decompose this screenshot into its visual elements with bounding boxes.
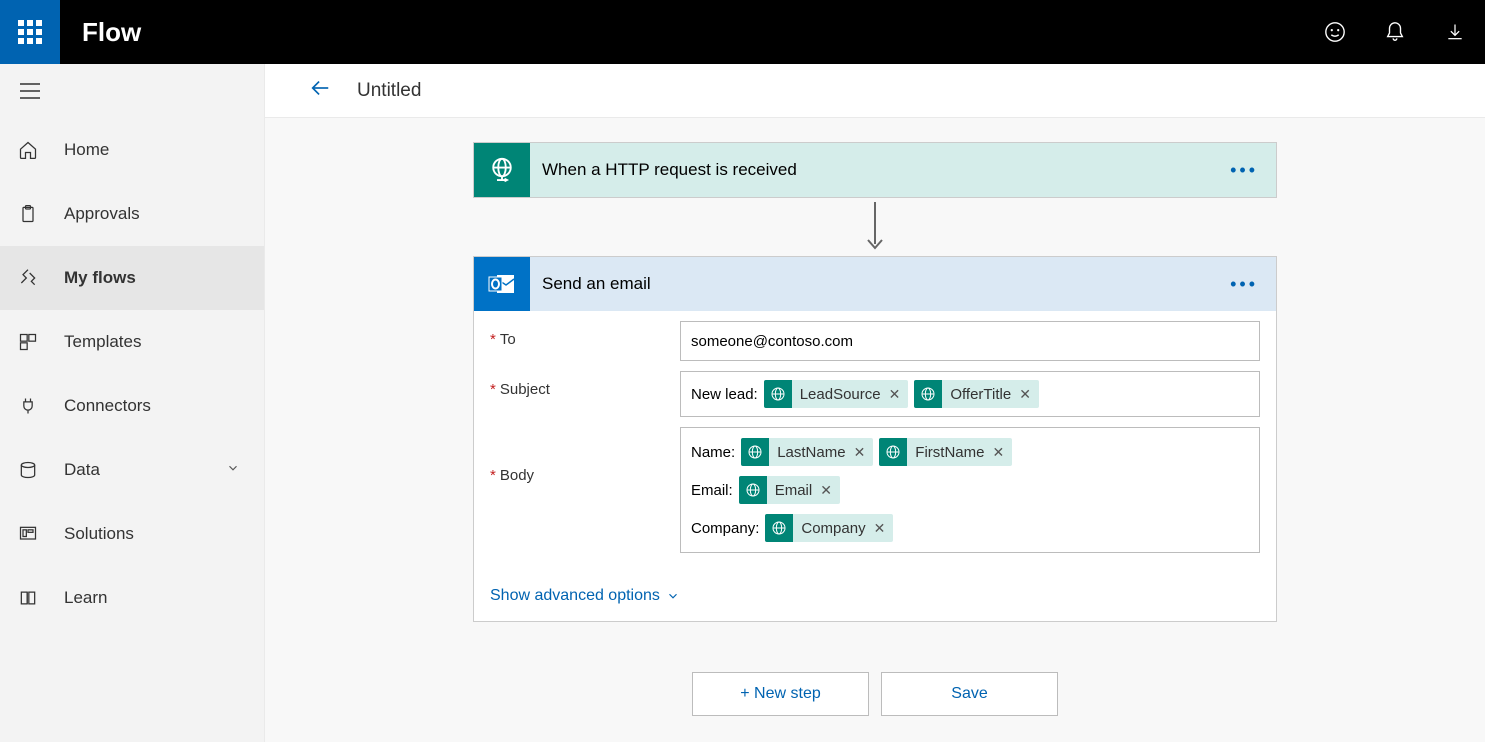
new-step-button[interactable]: + New step xyxy=(692,672,869,716)
body-line-prefix: Email: xyxy=(691,482,733,499)
token-remove[interactable]: ✕ xyxy=(854,444,874,461)
token-remove[interactable]: ✕ xyxy=(889,386,909,403)
token-lastname[interactable]: LastName✕ xyxy=(741,438,873,466)
http-request-icon xyxy=(474,143,530,197)
sidebar: Home Approvals My flows Templates Connec… xyxy=(0,64,265,742)
save-button[interactable]: Save xyxy=(881,672,1058,716)
flow-icon xyxy=(18,268,46,288)
token-remove[interactable]: ✕ xyxy=(1019,386,1039,403)
token-email[interactable]: Email✕ xyxy=(739,476,840,504)
field-to: *To xyxy=(490,321,1260,361)
notifications-button[interactable] xyxy=(1365,0,1425,64)
sidebar-toggle-button[interactable] xyxy=(0,64,60,118)
trigger-header[interactable]: When a HTTP request is received ••• xyxy=(474,143,1276,197)
bottom-buttons: + New step Save xyxy=(692,672,1058,716)
waffle-icon xyxy=(18,20,42,44)
token-remove[interactable]: ✕ xyxy=(820,482,840,499)
body-line-prefix: Name: xyxy=(691,444,735,461)
sidebar-item-data[interactable]: Data xyxy=(0,438,264,502)
home-icon xyxy=(18,140,46,160)
sidebar-item-connectors[interactable]: Connectors xyxy=(0,374,264,438)
action-header[interactable]: Send an email ••• xyxy=(474,257,1276,311)
globe-icon xyxy=(764,380,792,408)
action-step: Send an email ••• *To *Subject New lead: xyxy=(473,256,1277,622)
sidebar-item-solutions[interactable]: Solutions xyxy=(0,502,264,566)
sidebar-item-templates[interactable]: Templates xyxy=(0,310,264,374)
sidebar-label: Templates xyxy=(64,332,141,352)
field-label-body: Body xyxy=(500,467,534,484)
globe-icon xyxy=(741,438,769,466)
body-input[interactable]: Name: LastName✕ FirstName✕ Email: Email✕… xyxy=(680,427,1260,553)
outlook-icon xyxy=(474,257,530,311)
token-leadsource[interactable]: LeadSource ✕ xyxy=(764,380,909,408)
to-input[interactable] xyxy=(691,333,1249,350)
globe-icon xyxy=(765,514,793,542)
solutions-icon xyxy=(18,524,46,544)
subject-prefix: New lead: xyxy=(691,386,758,403)
chevron-down-icon xyxy=(226,460,240,480)
connectors-icon xyxy=(18,396,46,416)
field-subject: *Subject New lead: LeadSource ✕ OfferTit… xyxy=(490,371,1260,417)
flow-canvas: When a HTTP request is received ••• Send… xyxy=(265,118,1485,742)
subject-input[interactable]: New lead: LeadSource ✕ OfferTitle ✕ xyxy=(680,371,1260,417)
field-body: *Body Name: LastName✕ FirstName✕ Email: … xyxy=(490,427,1260,553)
trigger-title: When a HTTP request is received xyxy=(542,160,797,180)
globe-icon xyxy=(879,438,907,466)
sidebar-label: Home xyxy=(64,140,109,160)
field-label-subject: Subject xyxy=(500,381,550,398)
feedback-button[interactable] xyxy=(1305,0,1365,64)
flow-title[interactable]: Untitled xyxy=(357,80,421,102)
sidebar-item-learn[interactable]: Learn xyxy=(0,566,264,630)
trigger-step[interactable]: When a HTTP request is received ••• xyxy=(473,142,1277,198)
action-body: *To *Subject New lead: LeadSource xyxy=(474,311,1276,579)
field-label-to: To xyxy=(500,331,516,348)
data-icon xyxy=(18,460,46,480)
top-bar: Flow xyxy=(0,0,1485,64)
sidebar-label: My flows xyxy=(64,268,136,288)
connector-arrow xyxy=(865,198,885,256)
token-remove[interactable]: ✕ xyxy=(992,444,1012,461)
sidebar-item-myflows[interactable]: My flows xyxy=(0,246,264,310)
main-area: Untitled When a HTTP request is received… xyxy=(265,64,1485,742)
app-name: Flow xyxy=(82,17,141,48)
sidebar-label: Approvals xyxy=(64,204,140,224)
show-advanced-options[interactable]: Show advanced options xyxy=(474,579,1276,621)
back-button[interactable] xyxy=(309,77,331,104)
trigger-more-button[interactable]: ••• xyxy=(1230,160,1258,181)
sidebar-label: Connectors xyxy=(64,396,151,416)
globe-icon xyxy=(914,380,942,408)
clipboard-icon xyxy=(18,204,46,224)
download-button[interactable] xyxy=(1425,0,1485,64)
topbar-actions xyxy=(1305,0,1485,64)
globe-icon xyxy=(739,476,767,504)
token-remove[interactable]: ✕ xyxy=(874,520,894,537)
body-line-prefix: Company: xyxy=(691,520,759,537)
sidebar-label: Learn xyxy=(64,588,107,608)
app-launcher-button[interactable] xyxy=(0,0,60,64)
sidebar-label: Data xyxy=(64,460,100,480)
sidebar-item-approvals[interactable]: Approvals xyxy=(0,182,264,246)
learn-icon xyxy=(18,588,46,608)
token-offertitle[interactable]: OfferTitle ✕ xyxy=(914,380,1039,408)
templates-icon xyxy=(18,332,46,352)
to-input-wrapper[interactable] xyxy=(680,321,1260,361)
token-company[interactable]: Company✕ xyxy=(765,514,893,542)
sidebar-label: Solutions xyxy=(64,524,134,544)
action-more-button[interactable]: ••• xyxy=(1230,274,1258,295)
flow-titlebar: Untitled xyxy=(265,64,1485,118)
token-firstname[interactable]: FirstName✕ xyxy=(879,438,1012,466)
sidebar-item-home[interactable]: Home xyxy=(0,118,264,182)
action-title: Send an email xyxy=(542,274,651,294)
